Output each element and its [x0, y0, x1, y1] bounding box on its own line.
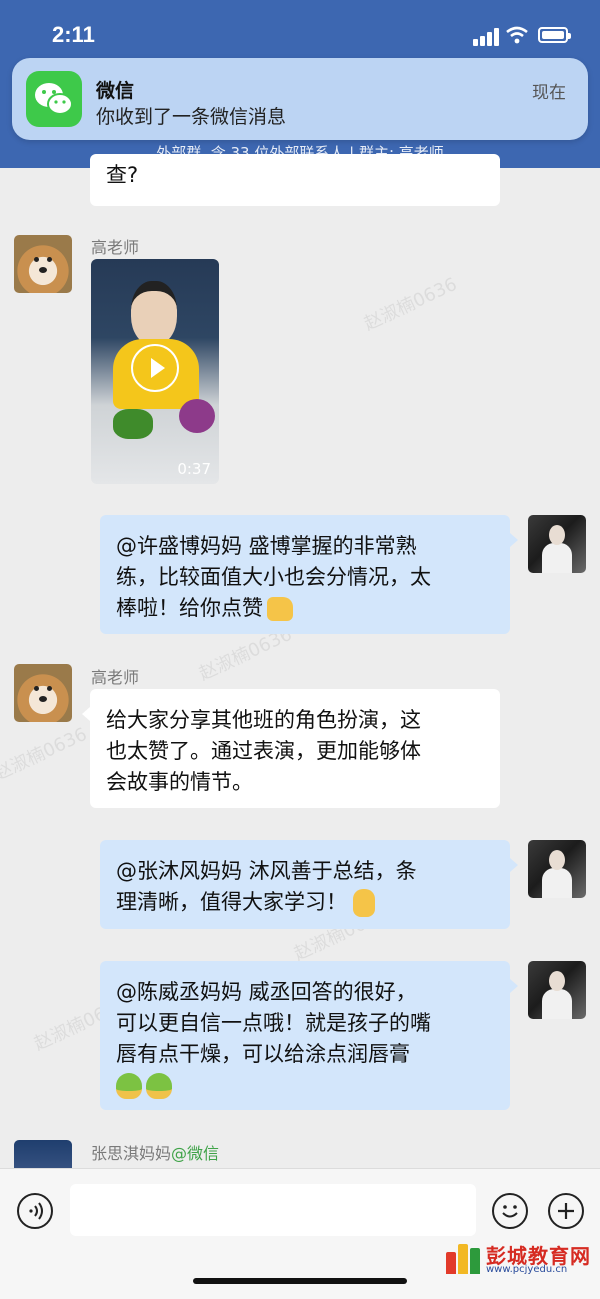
- voice-input-icon[interactable]: [17, 1193, 53, 1229]
- watermark: 赵淑楠0636: [0, 723, 91, 785]
- avatar-self[interactable]: [528, 515, 586, 573]
- message-bubble[interactable]: @陈威丞妈妈 威丞回答的很好， 可以更自信一点哦！就是孩子的嘴 唇有点干燥，可以…: [100, 961, 518, 1110]
- battery-icon: [538, 27, 571, 43]
- message-bubble[interactable]: @许盛博妈妈 盛博掌握的非常熟 练，比较面值大小也会分情况，太 棒啦！给你点赞: [100, 515, 518, 634]
- sender-name: 高老师: [91, 668, 140, 687]
- play-icon[interactable]: [131, 344, 179, 392]
- avatar-self[interactable]: [528, 840, 586, 898]
- notification-time: 现在: [532, 83, 566, 103]
- emoji-icon[interactable]: [492, 1193, 528, 1229]
- site-logo: 彭城教育网 www.pcjyedu.cn: [446, 1240, 594, 1280]
- message-input[interactable]: [70, 1184, 476, 1236]
- add-icon[interactable]: [548, 1193, 584, 1229]
- thumbs-up-icon: [267, 597, 293, 621]
- status-bar: 2:11: [0, 0, 600, 60]
- wifi-icon: [506, 26, 528, 44]
- logo-url: www.pcjyedu.cn: [486, 1264, 568, 1275]
- notification-app-name: 微信: [96, 80, 135, 102]
- avatar-self[interactable]: [528, 961, 586, 1019]
- victory-hand-icon: [353, 889, 375, 917]
- message-text: @陈威丞妈妈 威丞回答的很好， 可以更自信一点哦！就是孩子的嘴 唇有点干燥，可以…: [116, 980, 431, 1066]
- home-indicator[interactable]: [193, 1278, 407, 1284]
- status-time: 2:11: [52, 22, 95, 47]
- avatar[interactable]: [14, 664, 72, 722]
- video-message[interactable]: 0:37: [91, 259, 219, 484]
- avatar[interactable]: [14, 235, 72, 293]
- sender-name: 高老师: [91, 238, 140, 257]
- message-bubble[interactable]: 给大家分享其他班的角色扮演，这 也太赞了。通过表演，更加能够体 会故事的情节。: [82, 689, 500, 808]
- notification-message: 你收到了一条微信消息: [96, 106, 287, 128]
- sender-name: 张思淇妈妈@微信: [91, 1144, 220, 1163]
- video-duration: 0:37: [177, 460, 211, 478]
- sprout-emoji-icon: [146, 1073, 172, 1099]
- notification-banner[interactable]: 微信 你收到了一条微信消息 现在: [12, 58, 588, 140]
- watermark: 赵淑楠0636: [360, 273, 461, 335]
- message-bubble[interactable]: @张沐风妈妈 沐风善于总结，条 理清晰，值得大家学习！: [100, 840, 518, 929]
- wechat-logo-icon: [26, 71, 82, 127]
- signal-icon: [473, 28, 499, 46]
- sender-tag: @微信: [171, 1144, 220, 1163]
- book-logo-icon: [446, 1244, 482, 1274]
- avatar[interactable]: [14, 1140, 72, 1168]
- message-bubble[interactable]: 查?: [90, 154, 500, 206]
- sprout-emoji-icon: [116, 1073, 142, 1099]
